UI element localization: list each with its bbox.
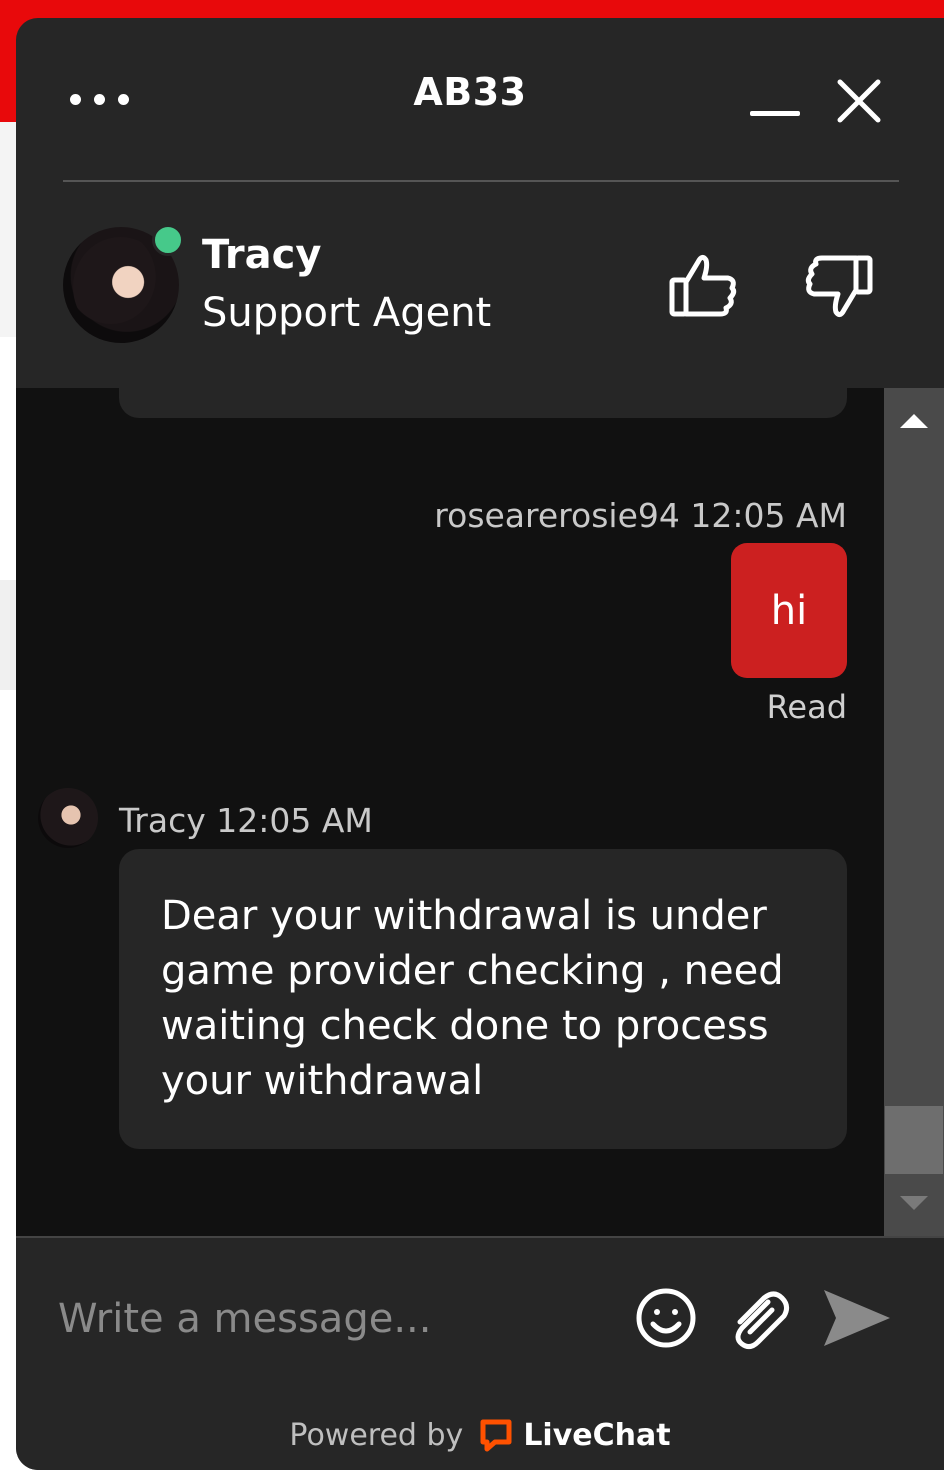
previous-message-bubble (119, 388, 847, 418)
thumbs-up-icon[interactable] (668, 250, 740, 322)
message-composer (16, 1238, 944, 1400)
chat-widget: AB33 Tracy Support Agent rosearerosie94 … (16, 18, 944, 1470)
message-list: rosearerosie94 12:05 AM hi Read Tracy 12… (16, 388, 884, 1236)
agent-avatar (38, 788, 98, 848)
message-text: hi (770, 587, 808, 634)
agent-role: Support Agent (202, 290, 492, 336)
powered-by-text: Powered by (289, 1417, 464, 1453)
powered-by-link[interactable]: Powered by LiveChat (16, 1400, 944, 1470)
scrollbar[interactable] (884, 388, 944, 1236)
send-icon[interactable] (820, 1286, 892, 1350)
scroll-down-arrow-icon[interactable] (896, 1192, 932, 1216)
chat-header: AB33 (16, 18, 944, 182)
agent-message-bubble: Dear your withdrawal is under game provi… (119, 849, 847, 1149)
online-status-indicator (152, 224, 184, 256)
message-text: Dear your withdrawal is under game provi… (161, 893, 784, 1104)
footer: Powered by LiveChat (16, 1400, 944, 1470)
message-input[interactable] (56, 1278, 620, 1360)
agent-name: Tracy (202, 232, 322, 278)
agent-info-bar: Tracy Support Agent (16, 182, 944, 388)
read-receipt: Read (766, 688, 847, 726)
paperclip-icon[interactable] (726, 1286, 794, 1354)
minimize-icon[interactable] (742, 78, 810, 128)
page-background-strip (0, 580, 16, 690)
message-meta: Tracy 12:05 AM (119, 801, 373, 840)
scroll-up-arrow-icon[interactable] (896, 410, 932, 434)
thumbs-down-icon[interactable] (802, 250, 874, 322)
scrollbar-thumb[interactable] (885, 1106, 943, 1174)
close-icon[interactable] (834, 76, 884, 126)
page-background-strip (0, 122, 16, 337)
livechat-logo-icon (480, 1419, 512, 1452)
smiley-icon[interactable] (634, 1286, 698, 1350)
livechat-brand: LiveChat (523, 1417, 671, 1453)
user-message-bubble: hi (731, 543, 847, 678)
message-meta: rosearerosie94 12:05 AM (434, 496, 847, 535)
